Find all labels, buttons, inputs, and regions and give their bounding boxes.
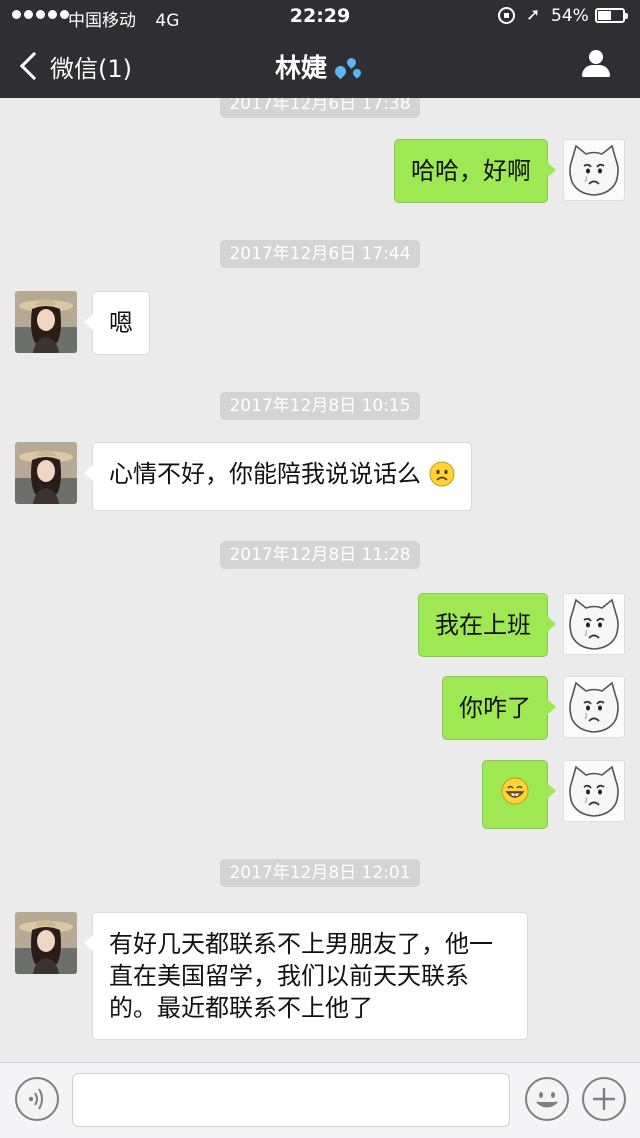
rotation-lock-icon — [498, 7, 515, 24]
timestamp-text: 2017年12月6日 17:38 — [220, 98, 420, 118]
contact-avatar[interactable] — [15, 912, 77, 974]
self-avatar[interactable] — [563, 139, 625, 201]
input-bar — [0, 1062, 640, 1138]
timestamp-text: 2017年12月8日 12:01 — [220, 859, 420, 887]
voice-icon — [28, 1088, 43, 1110]
message-input[interactable] — [72, 1073, 510, 1127]
self-avatar[interactable] — [563, 760, 625, 822]
sad-cat-avatar-icon — [569, 681, 619, 733]
sweat-droplets-icon — [331, 54, 365, 80]
message-bubble-other[interactable]: 有好几天都联系不上男朋友了，他一直在美国留学，我们以前天天联系的。最近都联系不上… — [84, 912, 528, 1040]
message-bubble-other[interactable]: 嗯 — [84, 291, 150, 355]
voice-button[interactable] — [15, 1077, 59, 1121]
woman-with-hat-avatar-icon — [15, 912, 77, 974]
timestamp-text: 2017年12月8日 11:28 — [220, 541, 420, 569]
contact-avatar[interactable] — [15, 291, 77, 353]
message-text: 我在上班 — [435, 611, 531, 639]
battery-icon — [595, 8, 628, 23]
contact-avatar[interactable] — [15, 442, 77, 504]
self-avatar[interactable] — [563, 676, 625, 738]
self-avatar[interactable] — [563, 593, 625, 655]
battery-percent: 54% — [551, 6, 589, 26]
contact-profile-button[interactable] — [580, 48, 612, 80]
location-arrow-icon: ➚ — [526, 5, 541, 25]
message-text: 有好几天都联系不上男朋友了，他一直在美国留学，我们以前天天联系的。最近都联系不上… — [109, 930, 493, 1022]
frown-emoji-icon — [429, 461, 455, 495]
timestamp: 2017年12月6日 17:44 — [0, 240, 640, 268]
emoji-face-icon — [536, 1092, 558, 1108]
chat-title: 林婕 — [0, 48, 640, 85]
message-text: 心情不好，你能陪我说说话么 — [109, 460, 421, 488]
timestamp: 2017年12月8日 12:01 — [0, 859, 640, 887]
message-bubble-self[interactable]: 你咋了 — [442, 676, 556, 740]
sad-cat-avatar-icon — [569, 765, 619, 817]
grin-emoji-icon — [501, 777, 529, 813]
message-text: 哈哈，好啊 — [411, 157, 531, 185]
chat-area[interactable]: 2017年12月6日 17:38 哈哈，好啊 2017年12月6日 17:44 — [0, 98, 640, 1062]
timestamp: 2017年12月6日 17:38 — [0, 98, 640, 118]
battery-fill — [598, 11, 611, 20]
woman-with-hat-avatar-icon — [15, 442, 77, 504]
contact-name: 林婕 — [274, 54, 327, 84]
sad-cat-avatar-icon — [569, 598, 619, 650]
person-icon — [589, 50, 603, 64]
timestamp-text: 2017年12月6日 17:44 — [220, 240, 420, 268]
timestamp: 2017年12月8日 10:15 — [0, 392, 640, 420]
top-bar: 中国移动 4G 22:29 ➚ 54% 微信(1) 林婕 — [0, 0, 640, 98]
message-bubble-other[interactable]: 心情不好，你能陪我说说话么 — [84, 442, 472, 511]
message-bubble-self[interactable]: 我在上班 — [418, 593, 556, 657]
more-button[interactable] — [582, 1077, 626, 1121]
timestamp-text: 2017年12月8日 10:15 — [220, 392, 420, 420]
status-bar: 中国移动 4G 22:29 ➚ 54% — [0, 0, 640, 34]
sad-cat-avatar-icon — [569, 144, 619, 196]
status-time: 22:29 — [289, 5, 351, 27]
message-bubble-self[interactable]: 哈哈，好啊 — [394, 139, 556, 203]
message-text: 你咋了 — [459, 694, 531, 722]
woman-with-hat-avatar-icon — [15, 291, 77, 353]
message-text: 嗯 — [109, 309, 133, 337]
plus-icon — [593, 1088, 615, 1110]
emoji-button[interactable] — [525, 1077, 569, 1121]
message-bubble-self[interactable] — [482, 760, 556, 829]
timestamp: 2017年12月8日 11:28 — [0, 541, 640, 569]
